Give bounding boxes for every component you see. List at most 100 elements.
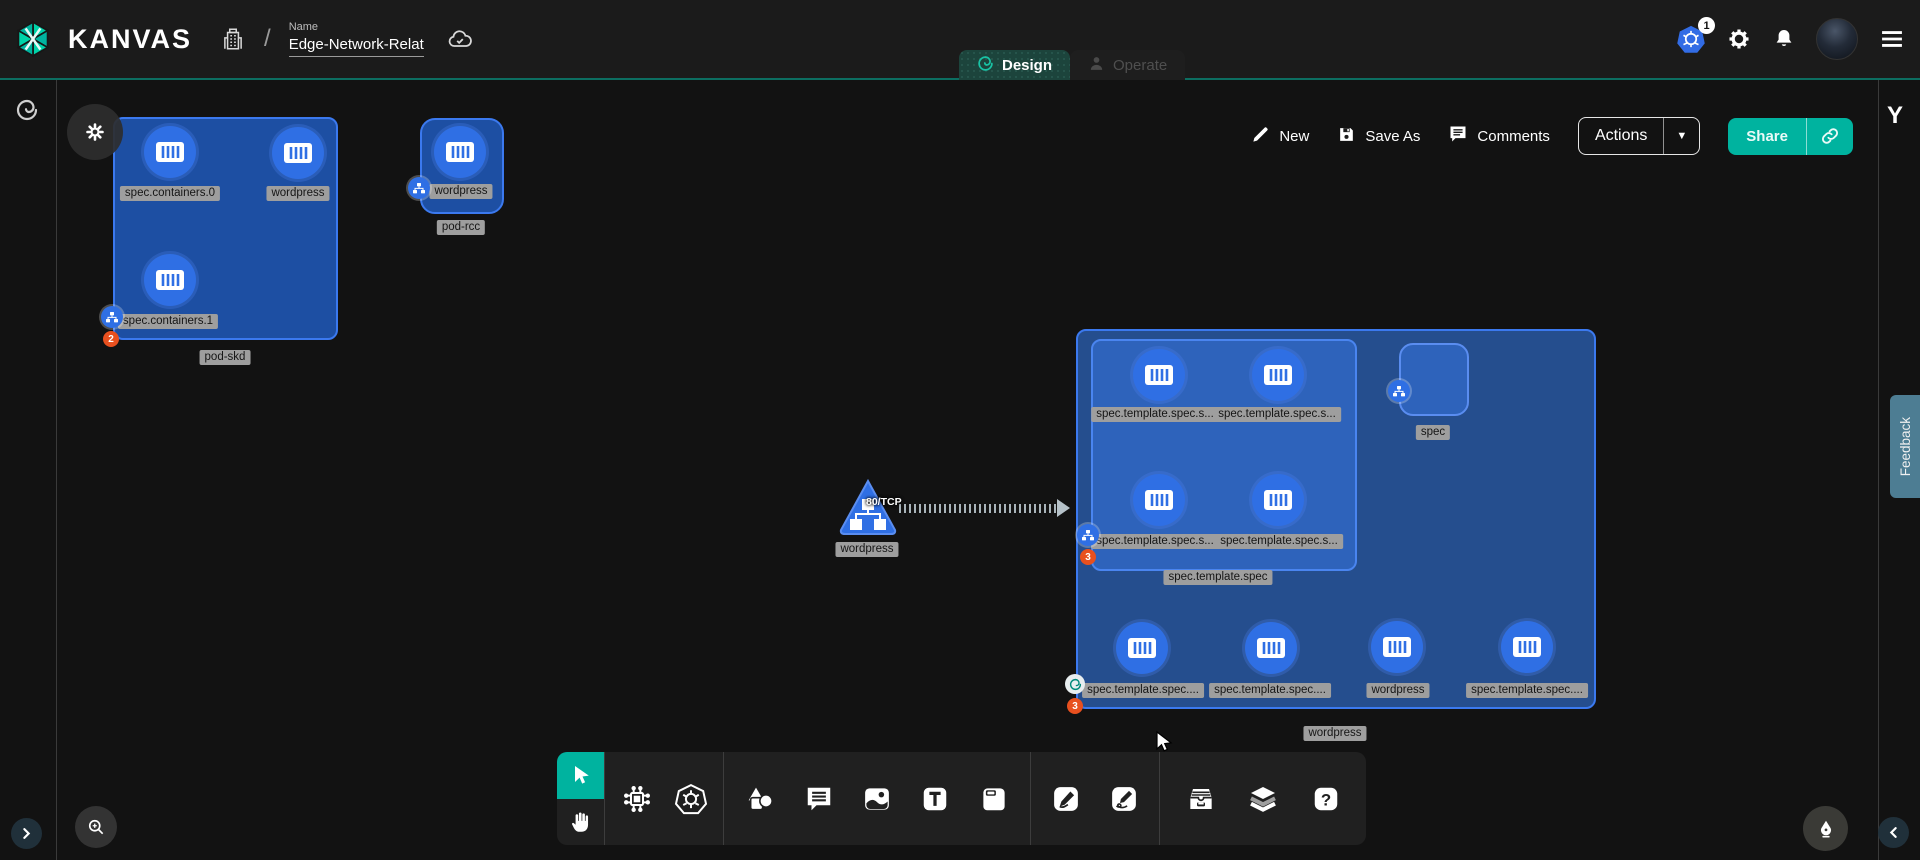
edge-port-label: 80/TCP [866,496,902,508]
node-spec-empty[interactable] [1399,343,1469,416]
layers-icon[interactable] [1241,777,1285,821]
deployment-error-badge[interactable]: 3 [1067,698,1083,714]
user-avatar[interactable] [1816,18,1858,60]
image-tool-icon[interactable] [855,777,899,821]
new-button[interactable]: New [1251,125,1309,148]
pan-hand-tool[interactable] [557,799,604,846]
pod-rcc-expand-icon[interactable] [408,177,430,199]
actions-dropdown-button[interactable]: Actions ▼ [1578,117,1700,155]
node-deploy-container-3[interactable] [1501,621,1553,673]
template-error-badge[interactable]: 3 [1080,549,1096,565]
kanvas-logo-icon[interactable] [14,20,52,58]
node-wordpress-container[interactable] [272,127,324,179]
group-label-pod-skd: pod-skd [200,350,251,365]
y-panel-icon[interactable]: Y [1887,102,1903,130]
node-template-container-1[interactable] [1252,349,1304,401]
node-template-container-2[interactable] [1133,474,1185,526]
group-label-pod-rcc: pod-rcc [437,220,485,235]
node-label: spec.template.spec.s... [1091,407,1219,422]
node-deploy-container-1[interactable] [1245,622,1297,674]
share-button[interactable]: Share [1728,118,1853,155]
design-name-label: Name [289,21,424,33]
node-template-container-3[interactable] [1252,474,1304,526]
node-label: spec.template.spec.s... [1215,534,1343,549]
svg-text:?: ? [1320,790,1330,809]
node-label: spec.template.spec.... [1082,683,1204,698]
edge-arrowhead-icon [1057,499,1070,517]
deployment-meshery-icon[interactable] [1065,674,1085,694]
spec-expand-icon[interactable] [1388,380,1410,402]
group-label-template: spec.template.spec [1163,570,1272,585]
feedback-label: Feedback [1898,417,1913,476]
comment-tool-icon[interactable] [797,777,841,821]
node-spec-containers-0[interactable] [144,126,196,178]
design-name-input[interactable] [289,35,424,57]
text-tool-icon[interactable] [913,777,957,821]
node-label: spec.template.spec.... [1466,683,1588,698]
settings-gear-icon[interactable] [1726,26,1752,52]
workspace-building-icon[interactable] [220,26,246,52]
tab-design[interactable]: Design [959,50,1070,80]
pod-skd-expand-icon[interactable] [101,306,123,328]
spec-label: spec [1416,425,1450,440]
design-action-bar: New Save As Comments Actions ▼ [1251,116,1853,156]
edge-service-to-deployment[interactable] [899,504,1059,513]
app-root: KANVAS / Name [0,0,1920,860]
kubernetes-tool-icon[interactable] [669,777,713,821]
copy-link-icon[interactable] [1807,126,1853,146]
notifications-bell-icon[interactable] [1772,27,1796,51]
cluster-gear-icon[interactable] [67,104,123,160]
tab-operate[interactable]: Operate [1070,50,1185,80]
mode-tabs: Design Operate [959,50,1185,80]
freehand-draw-icon[interactable] [1102,777,1146,821]
node-label: spec.template.spec.... [1209,683,1331,698]
tab-design-label: Design [1002,57,1052,74]
template-expand-icon[interactable] [1077,524,1099,546]
select-cursor-tool[interactable] [557,752,604,799]
node-label: wordpress [429,184,492,199]
pencil-icon [1251,125,1270,148]
zoom-search-button[interactable] [75,806,117,848]
drawer-archive-icon[interactable] [1179,777,1223,821]
tab-operate-label: Operate [1113,57,1167,74]
node-label: spec.template.spec.s... [1091,534,1219,549]
breadcrumb-separator: / [264,25,271,53]
kubernetes-context-button[interactable]: 1 [1676,24,1706,54]
note-tool-icon[interactable] [972,777,1016,821]
node-label: spec.containers.1 [118,314,218,329]
node-spec-containers-1[interactable] [144,254,196,306]
expand-left-panel-button[interactable] [11,818,42,849]
help-icon[interactable]: ? [1304,777,1348,821]
spiral-loader-icon [15,98,39,127]
shapes-tool-icon[interactable] [738,777,782,821]
comment-icon [1448,124,1468,148]
node-label: wordpress [266,186,329,201]
node-label: spec.containers.0 [120,186,220,201]
canvas-toolbar: ? [557,752,1366,845]
service-label: wordpress [835,542,898,557]
actions-divider [1663,117,1664,155]
pod-skd-error-badge[interactable]: 2 [103,331,119,347]
pen-nib-button[interactable] [1803,806,1848,851]
design-spiral-icon [977,55,994,76]
collapse-right-panel-button[interactable] [1878,817,1909,848]
save-as-button[interactable]: Save As [1337,125,1420,148]
design-name-field: Name [289,21,424,57]
save-disk-icon [1337,125,1356,148]
chevron-down-icon: ▼ [1664,130,1699,142]
comments-button[interactable]: Comments [1448,124,1550,148]
brand-title: KANVAS [68,24,192,55]
operate-person-icon [1088,55,1105,76]
node-deploy-container-0[interactable] [1116,622,1168,674]
node-label: wordpress [1366,683,1429,698]
hamburger-menu-icon[interactable] [1878,25,1906,53]
pen-tool-icon[interactable] [1044,777,1088,821]
node-template-container-0[interactable] [1133,349,1185,401]
node-deploy-container-2[interactable] [1371,621,1423,673]
group-label-deployment: wordpress [1303,726,1366,741]
components-chip-icon[interactable] [615,777,659,821]
node-wordpress-container[interactable] [434,126,486,178]
left-rail [0,80,57,860]
cloud-sync-icon [446,25,474,53]
feedback-tab[interactable]: Feedback [1890,395,1920,498]
